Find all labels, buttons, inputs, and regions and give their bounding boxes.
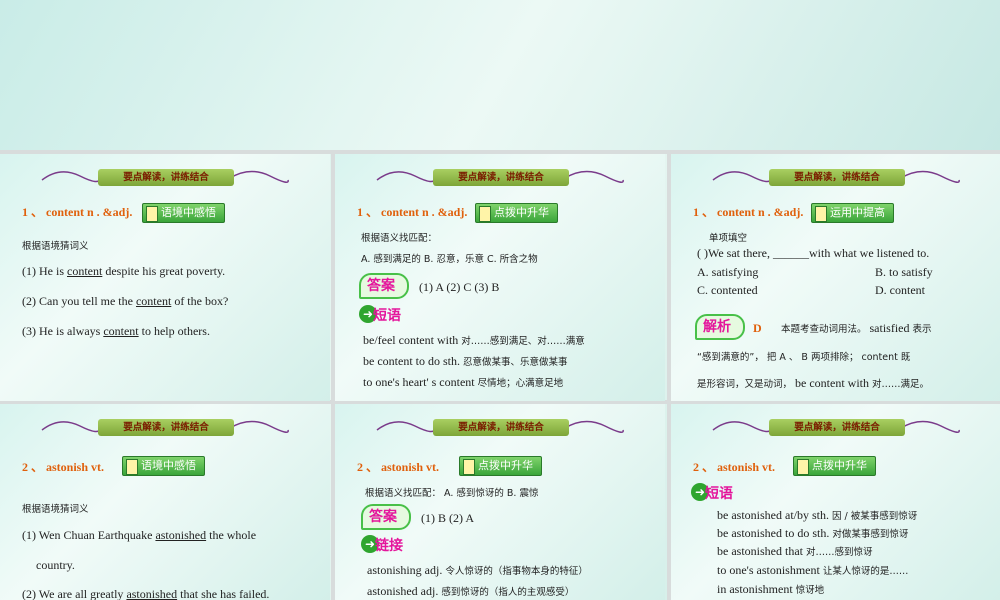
options: A. 感到满足的 B. 忍意，乐意 C. 所含之物 bbox=[361, 254, 538, 265]
section-banner: 要点解读，讲练结合 bbox=[711, 166, 961, 190]
list-item: (1) Wen Chuan Earthquake astonished the … bbox=[22, 528, 257, 542]
list-item: be astonished at/by sth. 因 / 被某事感到惊讶 bbox=[717, 508, 918, 522]
section-tag: 点拨中升华 bbox=[793, 456, 876, 476]
slide-5[interactable]: 要点解读，讲练结合 2 、 astonish vt. 点拨中升华 根据语义找匹配… bbox=[335, 404, 665, 600]
section-tag: 语境中感悟 bbox=[142, 203, 225, 223]
section-banner: 要点解读，讲练结合 bbox=[375, 416, 625, 440]
list-item: (2) We are all greatly astonished that s… bbox=[22, 587, 270, 600]
analysis-line: “感到满意的”， 把 A 、 B 两项排除； content 既 bbox=[697, 352, 911, 363]
banner-label: 要点解读，讲练结合 bbox=[769, 419, 905, 436]
list-item: be/feel content with 对……感到满足、对……满意 bbox=[363, 333, 585, 347]
section-banner: 要点解读，讲练结合 bbox=[40, 416, 290, 440]
slide-6[interactable]: 要点解读，讲练结合 2 、 astonish vt. 点拨中升华 ➜ 短语 be… bbox=[671, 404, 1000, 600]
list-item: be astonished to do sth. 对做某事感到惊讶 bbox=[717, 526, 909, 540]
analysis-badge: 解析 bbox=[703, 319, 731, 335]
point-header: 1 、 content n . &adj. bbox=[357, 205, 468, 219]
slide-3[interactable]: 要点解读，讲练结合 1 、 content n . &adj. 运用中提高 单项… bbox=[671, 154, 1000, 401]
list-item: (1) He is content despite his great pove… bbox=[22, 264, 226, 278]
slide-1[interactable]: 要点解读，讲练结合 1 、 content n . &adj. 语境中感悟 根据… bbox=[0, 154, 330, 401]
phrase-badge: 短语 bbox=[373, 308, 401, 324]
section-tag: 语境中感悟 bbox=[122, 456, 205, 476]
answer-badge: 答案 bbox=[367, 278, 395, 294]
option-c: C. contented bbox=[697, 283, 758, 297]
answers: (1) B (2) A bbox=[421, 511, 474, 525]
analysis-line: 是形容词，又是动词， be content with 对……满足。 bbox=[697, 376, 930, 390]
point-header: 1 、 content n . &adj. bbox=[22, 205, 133, 219]
list-item: astonishing adj. 令人惊讶的（指事物本身的特征） bbox=[367, 563, 588, 577]
analysis-line: 本题考查动词用法。 satisfied 表示 bbox=[781, 321, 932, 335]
instruction: 根据语境猜词义 bbox=[22, 241, 89, 252]
section-tag: 点拨中升华 bbox=[475, 203, 558, 223]
banner-label: 要点解读，讲练结合 bbox=[433, 169, 569, 186]
link-badge: 链接 bbox=[375, 538, 403, 554]
list-item: to one's astonishment 让某人惊讶的是…… bbox=[717, 563, 909, 577]
slide-2[interactable]: 要点解读，讲练结合 1 、 content n . &adj. 点拨中升华 根据… bbox=[335, 154, 665, 401]
question: ( )We sat there, ______with what we list… bbox=[697, 246, 930, 260]
option-d: D. content bbox=[875, 283, 925, 297]
point-header: 1 、 content n . &adj. bbox=[693, 205, 804, 219]
slide-4[interactable]: 要点解读，讲练结合 2 、 astonish vt. 语境中感悟 根据语境猜词义… bbox=[0, 404, 330, 600]
top-blank-area bbox=[0, 0, 1000, 152]
point-header: 2 、 astonish vt. bbox=[357, 460, 440, 474]
list-item: astonished adj. 感到惊讶的（指人的主观感受） bbox=[367, 584, 575, 598]
answer-badge: 答案 bbox=[369, 509, 397, 525]
instruction: 根据语义找匹配： bbox=[361, 233, 438, 244]
list-item: (2) Can you tell me the content of the b… bbox=[22, 294, 229, 308]
instruction: 单项填空 bbox=[709, 233, 748, 244]
list-item: (3) He is always content to help others. bbox=[22, 324, 210, 338]
phrase-badge: 短语 bbox=[705, 486, 733, 502]
analysis-answer: D bbox=[753, 321, 762, 335]
section-banner: 要点解读，讲练结合 bbox=[711, 416, 961, 440]
list-item: to one's heart' s content 尽情地；心满意足地 bbox=[363, 375, 564, 389]
banner-label: 要点解读，讲练结合 bbox=[98, 169, 234, 186]
list-item: in astonishment 惊讶地 bbox=[717, 582, 825, 596]
list-item: be content to do sth. 忍意做某事、乐意做某事 bbox=[363, 354, 568, 368]
option-b: B. to satisfy bbox=[875, 265, 933, 279]
section-banner: 要点解读，讲练结合 bbox=[375, 166, 625, 190]
list-item-continued: country. bbox=[36, 558, 75, 572]
instruction: 根据语境猜词义 bbox=[22, 504, 89, 515]
point-header: 2 、 astonish vt. bbox=[22, 460, 105, 474]
banner-label: 要点解读，讲练结合 bbox=[433, 419, 569, 436]
answers: (1) A (2) C (3) B bbox=[419, 280, 500, 294]
list-item: be astonished that 对……感到惊讶 bbox=[717, 544, 873, 558]
instruction: 根据语义找匹配： A. 感到惊讶的 B. 震惊 bbox=[365, 488, 539, 499]
section-banner: 要点解读，讲练结合 bbox=[40, 166, 290, 190]
section-tag: 点拨中升华 bbox=[459, 456, 542, 476]
option-a: A. satisfying bbox=[697, 265, 759, 279]
banner-label: 要点解读，讲练结合 bbox=[769, 169, 905, 186]
point-header: 2 、 astonish vt. bbox=[693, 460, 776, 474]
banner-label: 要点解读，讲练结合 bbox=[98, 419, 234, 436]
section-tag: 运用中提高 bbox=[811, 203, 894, 223]
